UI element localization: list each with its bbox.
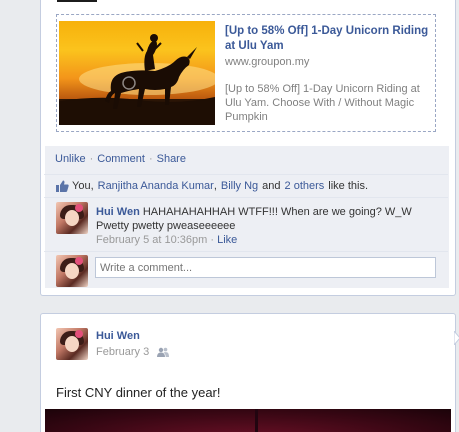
previous-image-bottom — [57, 0, 97, 2]
post-author[interactable]: Hui Wen — [96, 330, 140, 342]
share-link[interactable]: Share — [157, 153, 186, 165]
comment-body: Hui Wen HAHAHAHAHHAH WTFF!!! When are we… — [96, 205, 441, 247]
others-likers-link[interactable]: 2 others — [285, 180, 325, 192]
post-meta: February 3 — [96, 346, 170, 358]
unlike-link[interactable]: Unlike — [55, 153, 86, 165]
thumbs-up-icon — [56, 180, 69, 192]
comment-link[interactable]: Comment — [97, 153, 145, 165]
liker-link[interactable]: Ranjitha Ananda Kumar — [98, 180, 214, 192]
shared-link-domain: www.groupon.my — [225, 56, 310, 68]
avatar[interactable] — [56, 328, 88, 360]
comment-author[interactable]: Hui Wen — [96, 206, 140, 218]
card-pointer — [454, 331, 459, 345]
separator: · — [210, 234, 215, 246]
likes-suffix: like this. — [328, 180, 369, 192]
feed-story-card: Hui Wen February 3 First CNY dinner of t… — [40, 313, 456, 432]
separator: · — [89, 153, 94, 165]
comment-timestamp[interactable]: February 5 at 10:36pm — [96, 234, 207, 246]
shared-link-description: [Up to 58% Off] 1-Day Unicorn Riding at … — [225, 83, 420, 123]
comment-like-link[interactable]: Like — [217, 234, 237, 246]
likes-you: You, — [72, 180, 94, 192]
comment-input[interactable] — [95, 257, 436, 278]
separator: · — [148, 153, 153, 165]
shared-link-title[interactable]: [Up to 58% Off] 1-Day Unicorn Riding at … — [225, 24, 430, 54]
avatar — [56, 255, 88, 287]
post-photo[interactable] — [45, 409, 451, 432]
comment-text: HAHAHAHAHHAH WTFF!!! When are we going? … — [96, 206, 412, 232]
likes-summary: You, Ranjitha Ananda Kumar, Billy Ng and… — [56, 180, 368, 192]
story-actions: Unlike · Comment · Share — [55, 153, 186, 165]
post-text: First CNY dinner of the year! — [56, 385, 221, 400]
avatar[interactable] — [56, 202, 88, 234]
divider — [44, 251, 448, 252]
divider — [44, 197, 448, 198]
liker-link[interactable]: Billy Ng — [221, 180, 258, 192]
likes-and: and — [262, 180, 281, 192]
divider — [44, 174, 448, 175]
friends-icon[interactable] — [157, 347, 170, 357]
comment-meta: February 5 at 10:36pm · Like — [96, 233, 441, 247]
shared-link-thumbnail[interactable] — [59, 21, 215, 125]
shared-link-preview[interactable]: [Up to 58% Off] 1-Day Unicorn Riding at … — [56, 14, 436, 132]
post-date[interactable]: February 3 — [96, 346, 149, 358]
likes-comma: , — [213, 180, 217, 192]
comment-item: Hui Wen HAHAHAHAHHAH WTFF!!! When are we… — [56, 202, 436, 250]
